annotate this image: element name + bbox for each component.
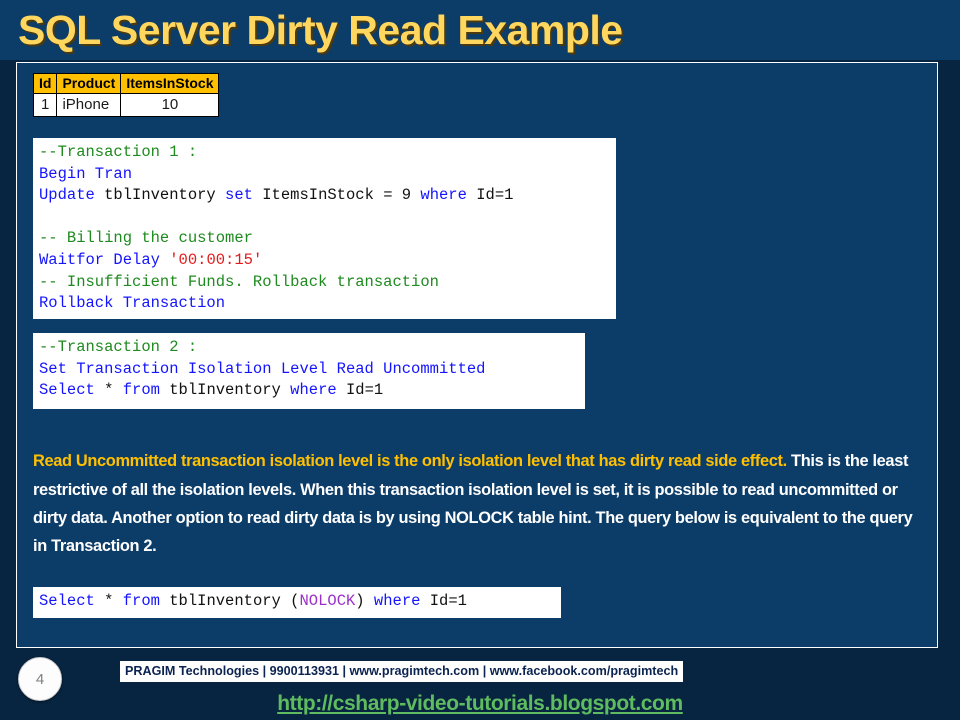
code-line: Update tblInventory set ItemsInStock = 9… <box>39 185 610 207</box>
code-line: Select * from tblInventory (NOLOCK) wher… <box>39 590 555 612</box>
table-row: 1 iPhone 10 <box>32 93 220 117</box>
code-token: Select <box>39 381 95 400</box>
cell-id: 1 <box>32 93 58 117</box>
code-token: tblInventory <box>94 186 226 205</box>
paragraph-highlight: Read Uncommitted transaction isolation l… <box>33 452 787 471</box>
code-token: * <box>94 592 123 610</box>
code-token: Set Transaction Isolation Level Read Unc… <box>39 359 486 378</box>
footer-credit: PRAGIM Technologies | 9900113931 | www.p… <box>120 661 684 682</box>
column-header-product: Product <box>56 73 122 94</box>
code-token: where <box>373 592 421 610</box>
code-token: Select <box>39 592 95 610</box>
code-line: -- Insufficient Funds. Rollback transact… <box>39 272 610 294</box>
code-line: Set Transaction Isolation Level Read Unc… <box>39 359 579 381</box>
code-token: 9 <box>392 186 421 205</box>
content-frame: Id Product ItemsInStock 1 iPhone 10 --Tr… <box>16 62 938 648</box>
code-line: Select * from tblInventory where Id=1 <box>39 380 579 402</box>
page-title: SQL Server Dirty Read Example <box>18 7 623 53</box>
code-token: set <box>225 186 253 205</box>
code-token: from <box>122 381 160 400</box>
code-token: Id=1 <box>336 381 384 400</box>
code-line: --Transaction 2 : <box>39 337 579 359</box>
code-line: Begin Tran <box>39 164 610 186</box>
footer-blog-link[interactable]: http://csharp-video-tutorials.blogspot.c… <box>0 690 960 717</box>
code-token: ) <box>355 592 365 610</box>
code-token: tblInventory <box>159 592 291 610</box>
code-token: -- Insufficient Funds. Rollback transact… <box>39 272 439 291</box>
column-header-itemsinstock: ItemsInStock <box>120 73 220 94</box>
inventory-table: Id Product ItemsInStock 1 iPhone 10 <box>32 73 220 117</box>
code-token: ItemsInStock <box>252 186 384 205</box>
code-token: Id=1 <box>466 186 514 205</box>
code-token: -- Billing the customer <box>39 229 253 248</box>
code-block-transaction-1: --Transaction 1 : Begin Tran Update tblInv… <box>33 138 616 319</box>
code-block-nolock-query: Select * from tblInventory (NOLOCK) wher… <box>33 587 561 618</box>
code-token: --Transaction 1 : <box>39 143 198 161</box>
code-token: --Transaction 2 : <box>39 338 198 356</box>
code-token: = <box>383 186 393 205</box>
code-token: Rollback Transaction <box>39 294 226 313</box>
code-token: where <box>290 381 337 400</box>
cell-product: iPhone <box>56 93 122 117</box>
code-token: NOLOCK <box>299 592 356 610</box>
code-token: where <box>420 186 467 205</box>
title-band: SQL Server Dirty Read Example <box>0 0 960 60</box>
slide-canvas: SQL Server Dirty Read Example Id Product… <box>0 0 960 720</box>
code-token: Begin Tran <box>39 164 133 183</box>
code-token: Waitfor Delay <box>39 250 170 269</box>
table-header-row: Id Product ItemsInStock <box>32 73 220 94</box>
code-line: --Transaction 1 : <box>39 142 610 164</box>
code-token: * <box>94 381 123 400</box>
code-token: from <box>122 592 160 610</box>
code-token: tblInventory <box>159 381 291 400</box>
column-header-id: Id <box>32 73 58 94</box>
code-token: '00:00:15' <box>169 250 263 269</box>
explanation-paragraph: Read Uncommitted transaction isolation l… <box>33 447 919 560</box>
code-line: -- Billing the customer <box>39 228 610 250</box>
cell-itemsinstock: 10 <box>120 93 220 117</box>
code-line: Waitfor Delay '00:00:15' <box>39 250 610 272</box>
code-line: Rollback Transaction <box>39 293 610 315</box>
code-token: Update <box>39 186 95 205</box>
code-token: Id=1 <box>420 592 467 610</box>
code-block-transaction-2: --Transaction 2 : Set Transaction Isolati… <box>33 333 585 409</box>
